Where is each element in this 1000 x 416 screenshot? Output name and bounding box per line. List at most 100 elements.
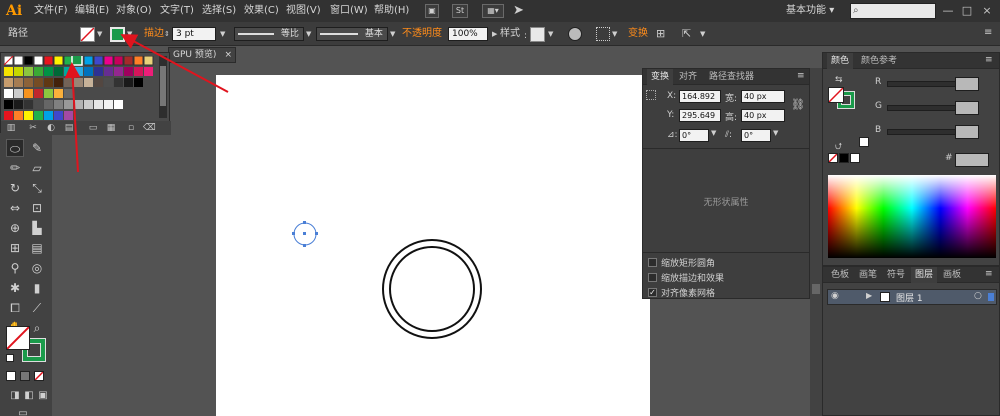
edit-swatch-icon[interactable]: ▦ <box>105 122 117 134</box>
tab-color[interactable]: 颜色 <box>827 53 854 69</box>
eraser-tool-icon[interactable]: ▱ <box>28 159 46 177</box>
new-swatch-icon[interactable]: ▫ <box>125 122 137 134</box>
eye-icon[interactable]: ◉ <box>831 291 839 301</box>
new-color-group-icon[interactable]: ▤ <box>63 122 75 134</box>
width-input[interactable]: 40 px <box>741 90 785 103</box>
hex-input[interactable] <box>955 153 989 167</box>
tab-artboards[interactable]: 画板 <box>939 267 965 283</box>
perspective-grid-tool-icon[interactable]: ▙ <box>28 219 46 237</box>
scale-tool-icon[interactable]: ⤡ <box>28 179 46 197</box>
color-fill-box[interactable] <box>828 87 844 103</box>
swatches-popup: ▥ ✂ ◐ ▤ ▭ ▦ ▫ ⌫ <box>0 52 171 135</box>
tab-symbols[interactable]: 符号 <box>883 267 909 283</box>
width-tool-icon[interactable]: ⇔ <box>6 199 24 217</box>
height-input[interactable]: 40 px <box>741 109 785 122</box>
link-icon[interactable]: ⛓ <box>791 98 805 111</box>
color-panel-tabs: 颜色 颜色参考 ≡ <box>823 53 999 69</box>
transform-panel-tabs: 变换 对齐 路径查找器 ≡ <box>643 69 809 85</box>
tab-transform[interactable]: 变换 <box>647 69 674 85</box>
tab-layers[interactable]: 图层 <box>911 267 938 283</box>
eyedropper-tool-icon[interactable]: ⚲ <box>6 259 24 277</box>
none-color-chip[interactable] <box>828 153 838 163</box>
gradient-tool-icon[interactable]: ▤ <box>28 239 46 257</box>
none-mode-icon[interactable] <box>34 371 44 381</box>
large-double-circle[interactable] <box>382 239 482 339</box>
pencil-tool-icon[interactable]: ✏ <box>6 159 24 177</box>
rotate-input[interactable]: 0° <box>679 129 709 142</box>
y-input[interactable]: 295.649 <box>679 109 721 122</box>
slice-tool-icon[interactable]: ⟋ <box>28 299 46 317</box>
divider <box>643 148 809 149</box>
gradient-mode-icon[interactable] <box>20 371 30 381</box>
scale-strokes-label: 缩放描边和效果 <box>661 274 725 284</box>
b-label: B <box>875 125 882 135</box>
b-input[interactable] <box>955 125 979 139</box>
target-icon[interactable]: ○ <box>974 291 982 301</box>
g-label: G <box>875 101 882 111</box>
scale-strokes-checkbox[interactable] <box>648 273 657 282</box>
rotate-tool-icon[interactable]: ↻ <box>6 179 24 197</box>
fill-color-box[interactable] <box>6 326 30 350</box>
expand-arrow-icon[interactable]: ▶ <box>866 291 872 300</box>
tab-align[interactable]: 对齐 <box>675 69 701 85</box>
scale-corners-label: 缩放矩形圆角 <box>661 259 716 269</box>
hex-icon: # <box>945 153 953 163</box>
tab-brushes[interactable]: 画笔 <box>855 267 881 283</box>
tab-pathfinder[interactable]: 路径查找器 <box>705 69 758 85</box>
trash-icon[interactable]: ⌫ <box>143 122 156 134</box>
swatch-scrollbar[interactable] <box>159 56 167 118</box>
color-spectrum[interactable] <box>828 175 996 258</box>
h-label: 高: <box>725 113 738 123</box>
zoom-tool-icon[interactable]: ⌕ <box>28 319 46 337</box>
swap-colors-icon[interactable]: ⇆ <box>835 75 843 85</box>
r-input[interactable] <box>955 77 979 91</box>
white-color-chip[interactable] <box>850 153 860 163</box>
menu-icon[interactable]: ≡ <box>985 269 993 279</box>
align-pixel-grid-checkbox[interactable]: ✓ <box>648 288 657 297</box>
ellipse-tool-icon[interactable]: ⬭ <box>6 139 24 157</box>
paintbrush-tool-icon[interactable]: ✎ <box>28 139 46 157</box>
y-label: Y: <box>667 110 675 120</box>
layers-panel: 色板 画笔 符号 图层 画板 ≡ ◉ ▶ 图层 1 ○ <box>822 266 1000 416</box>
layer-name[interactable]: 图层 1 <box>896 291 923 304</box>
folder-icon[interactable]: ▭ <box>87 122 99 134</box>
small-circle-selection[interactable] <box>292 221 318 247</box>
shape-builder-tool-icon[interactable]: ⊕ <box>6 219 24 237</box>
screen-mode-icon[interactable]: ▭ <box>14 405 32 416</box>
layer-row[interactable]: ◉ ▶ 图层 1 ○ <box>827 289 997 305</box>
menu-icon[interactable]: ≡ <box>985 55 993 65</box>
artboard-tool-icon[interactable]: ⧠ <box>6 299 24 317</box>
blend-tool-icon[interactable]: ◎ <box>28 259 46 277</box>
graph-tool-icon[interactable]: ▮ <box>28 279 46 297</box>
black-color-chip[interactable] <box>839 153 849 163</box>
transform-panel: 变换 对齐 路径查找器 ≡ X: 164.892 宽: 40 px Y: 295… <box>642 68 810 299</box>
vertical-scrollbar[interactable] <box>810 68 822 416</box>
shear-angle-icon: ⫽: <box>725 130 733 140</box>
reference-point-icon[interactable] <box>646 90 656 100</box>
swatch-grid[interactable] <box>4 56 164 120</box>
free-transform-tool-icon[interactable]: ⊡ <box>28 199 46 217</box>
x-input[interactable]: 164.892 <box>679 90 721 103</box>
default-colors-icon[interactable] <box>6 354 14 362</box>
last-color-swatch[interactable] <box>859 137 869 147</box>
tools-panel: ⬭ ✎ ✏ ▱ ↻ ⤡ ⇔ ⊡ ⊕ ▙ ⊞ ▤ ⚲ ◎ ✱ ▮ ⧠ ⟋ ✋ ⌕ … <box>0 133 52 416</box>
symbol-sprayer-tool-icon[interactable]: ✱ <box>6 279 24 297</box>
divider <box>643 252 809 253</box>
color-mode-icon[interactable] <box>6 371 16 381</box>
menu-icon[interactable]: ≡ <box>797 71 805 81</box>
chevron-down-icon[interactable]: ▼ <box>711 129 716 137</box>
layer-thumbnail <box>880 292 890 302</box>
rotate-angle-icon: ⊿: <box>667 130 678 140</box>
x-label: X: <box>667 91 677 101</box>
draw-inside-icon[interactable]: ▣ <box>34 387 52 405</box>
tab-swatches[interactable]: 色板 <box>827 267 853 283</box>
none-swatch-icon <box>6 326 30 350</box>
shear-input[interactable]: 0° <box>741 129 771 142</box>
tab-color-guide[interactable]: 颜色参考 <box>857 53 901 69</box>
layer-color-indicator <box>988 293 994 301</box>
mesh-tool-icon[interactable]: ⊞ <box>6 239 24 257</box>
scale-corners-checkbox[interactable] <box>648 258 657 267</box>
align-pixel-grid-label: 对齐像素网格 <box>661 289 716 299</box>
chevron-down-icon[interactable]: ▼ <box>773 129 778 137</box>
g-input[interactable] <box>955 101 979 115</box>
